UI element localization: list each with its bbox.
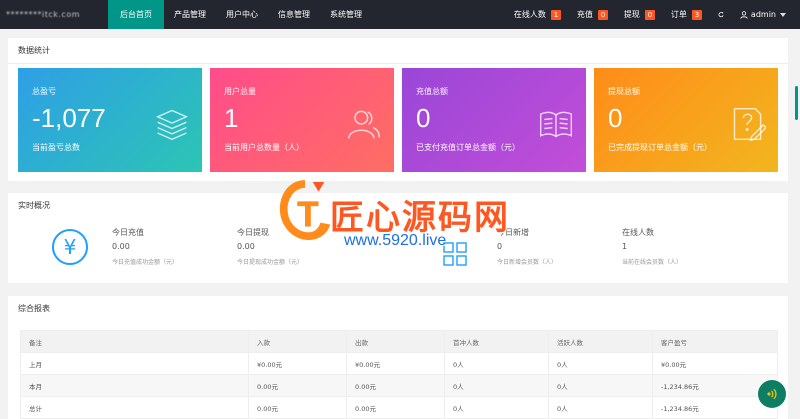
realtime-item-withdraw: 今日提现 0.00 今日提现成功金额（元） [237, 227, 303, 266]
user-menu[interactable]: admin [732, 0, 800, 29]
withdraw-link[interactable]: 提现 0 [616, 0, 663, 29]
table-cell: ¥0.00元 [346, 352, 445, 375]
stat-card-desc: 当前盈亏总数 [32, 143, 80, 152]
stat-card-recharge[interactable]: 充值总额 0 已支付充值订单总金额（元） [402, 68, 586, 172]
realtime-label: 今日新增 [497, 228, 529, 237]
orders-badge: 3 [691, 9, 702, 20]
audio-float-button[interactable] [758, 380, 786, 408]
chevron-down-icon [780, 12, 786, 17]
orders-label: 订单 [670, 10, 687, 19]
column-header: 备注 [20, 330, 249, 353]
stats-cards: 总盈亏 -1,077 当前盈亏总数 用户总量 1 当前用户总数量（人） 充值总额… [12, 68, 784, 172]
report-table: 备注 入款 出款 首冲人数 活跃人数 客户盈亏 上月 ¥0.00元 ¥0.00元… [20, 330, 778, 419]
table-cell: 0.00元 [346, 396, 445, 419]
realtime-value: 0.00 [237, 242, 255, 251]
nav-item-info[interactable]: 信息管理 [268, 0, 320, 29]
refresh-button[interactable] [710, 0, 732, 29]
realtime-item-online: 在线人数 1 当前在线会员数（人） [622, 227, 682, 266]
column-header: 活跃人数 [548, 330, 653, 353]
yen-icon: ¥ [52, 229, 88, 265]
column-header: 入款 [248, 330, 347, 353]
table-cell: 0人 [444, 396, 549, 419]
column-header: 出款 [346, 330, 445, 353]
realtime-note: 今日新增会员数（人） [497, 259, 558, 266]
realtime-value: 0.00 [112, 242, 130, 251]
nav-item-users[interactable]: 用户中心 [216, 0, 268, 29]
report-title: 综合报表 [18, 304, 50, 313]
users-icon [347, 110, 381, 139]
withdraw-label: 提现 [623, 10, 640, 19]
column-header: 首冲人数 [444, 330, 549, 353]
refresh-icon [718, 11, 724, 18]
withdraw-badge: 0 [644, 9, 655, 20]
table-cell: ¥0.00元 [248, 352, 347, 375]
stat-card-desc: 已完成提现订单总金额（元） [608, 143, 712, 152]
stat-card-withdraw[interactable]: 提现总额 0 已完成提现订单总金额（元） [594, 68, 778, 172]
table-cell: 0人 [444, 374, 549, 397]
nav-item-system[interactable]: 系统管理 [320, 0, 372, 29]
realtime-item-recharge: 今日充值 0.00 今日充值成功金额（元） [112, 227, 178, 266]
table-cell: 0人 [548, 374, 653, 397]
realtime-value: 0 [497, 242, 503, 251]
stat-card-users[interactable]: 用户总量 1 当前用户总数量（人） [210, 68, 394, 172]
column-header: 客户盈亏 [652, 330, 778, 353]
table-row: 本月 0.00元 0.00元 0人 0人 -1,234.86元 [20, 374, 778, 397]
orders-link[interactable]: 订单 3 [663, 0, 710, 29]
table-cell: 0人 [548, 396, 653, 419]
table-cell: 0.00元 [248, 374, 347, 397]
table-cell: 总计 [20, 396, 249, 419]
stack-icon [155, 109, 189, 141]
online-count-label: 在线人数 [513, 10, 546, 19]
online-count-badge: 1 [550, 9, 561, 20]
table-row: 上月 ¥0.00元 ¥0.00元 0人 0人 ¥0.00元 [20, 352, 778, 375]
user-icon [740, 10, 748, 19]
scrollbar-thumb[interactable] [795, 86, 798, 120]
realtime-label: 今日充值 [112, 228, 144, 237]
report-panel: 综合报表 备注 入款 出款 首冲人数 活跃人数 客户盈亏 上月 ¥0.00元 ¥… [8, 296, 788, 419]
online-count-link[interactable]: 在线人数 1 [506, 0, 569, 29]
table-row: 总计 0.00元 0.00元 0人 0人 -1,234.86元 [20, 396, 778, 419]
stat-card-title: 充值总额 [416, 87, 448, 96]
question-doc-icon [733, 107, 766, 142]
realtime-note: 今日充值成功金额（元） [112, 259, 179, 266]
stats-panel: 数据统计 总盈亏 -1,077 当前盈亏总数 用户总量 1 当前用户总数量（人） [8, 38, 788, 181]
stat-card-profit[interactable]: 总盈亏 -1,077 当前盈亏总数 [18, 68, 202, 172]
sound-wave-icon [767, 388, 777, 400]
stat-card-desc: 已支付充值订单总金额（元） [416, 143, 520, 152]
nav-right-group: 在线人数 1 充值 0 提现 0 订单 3 admin [506, 0, 800, 29]
table-cell: 0.00元 [346, 374, 445, 397]
realtime-panel: 实时概况 ¥ 今日充值 0.00 今日充值成功金额（元） 今日提现 0.00 今… [8, 193, 788, 283]
brand-logo[interactable]: ********itck.com [0, 0, 108, 29]
recharge-badge: 0 [597, 9, 608, 20]
table-cell: 0人 [444, 352, 549, 375]
recharge-link[interactable]: 充值 0 [569, 0, 616, 29]
nav-item-home[interactable]: 后台首页 [108, 0, 164, 29]
top-navbar: ********itck.com 后台首页 产品管理 用户中心 信息管理 系统管… [0, 0, 800, 29]
table-cell: 0.00元 [248, 396, 347, 419]
table-cell: 0人 [548, 352, 653, 375]
recharge-label: 充值 [576, 10, 593, 19]
stat-card-title: 总盈亏 [32, 87, 56, 96]
realtime-label: 今日提现 [237, 228, 269, 237]
stat-card-desc: 当前用户总数量（人） [224, 143, 304, 152]
table-header-row: 备注 入款 出款 首冲人数 活跃人数 客户盈亏 [20, 330, 778, 353]
book-icon [539, 111, 573, 138]
user-name: admin [750, 10, 776, 19]
stats-title: 数据统计 [8, 38, 788, 64]
table-cell: 本月 [20, 374, 249, 397]
realtime-note: 今日提现成功金额（元） [237, 259, 304, 266]
grid-icon [443, 242, 467, 266]
realtime-value: 1 [622, 242, 628, 251]
realtime-note: 当前在线会员数（人） [622, 259, 683, 266]
nav-item-products[interactable]: 产品管理 [164, 0, 216, 29]
stat-card-title: 用户总量 [224, 87, 256, 96]
stat-card-title: 提现总额 [608, 87, 640, 96]
realtime-row: ¥ 今日充值 0.00 今日充值成功金额（元） 今日提现 0.00 今日提现成功… [8, 223, 788, 279]
table-cell: ¥0.00元 [652, 352, 778, 375]
realtime-item-new: 今日新增 0 今日新增会员数（人） [497, 227, 557, 266]
realtime-label: 在线人数 [622, 228, 654, 237]
table-cell: 上月 [20, 352, 249, 375]
realtime-title: 实时概况 [18, 201, 50, 210]
